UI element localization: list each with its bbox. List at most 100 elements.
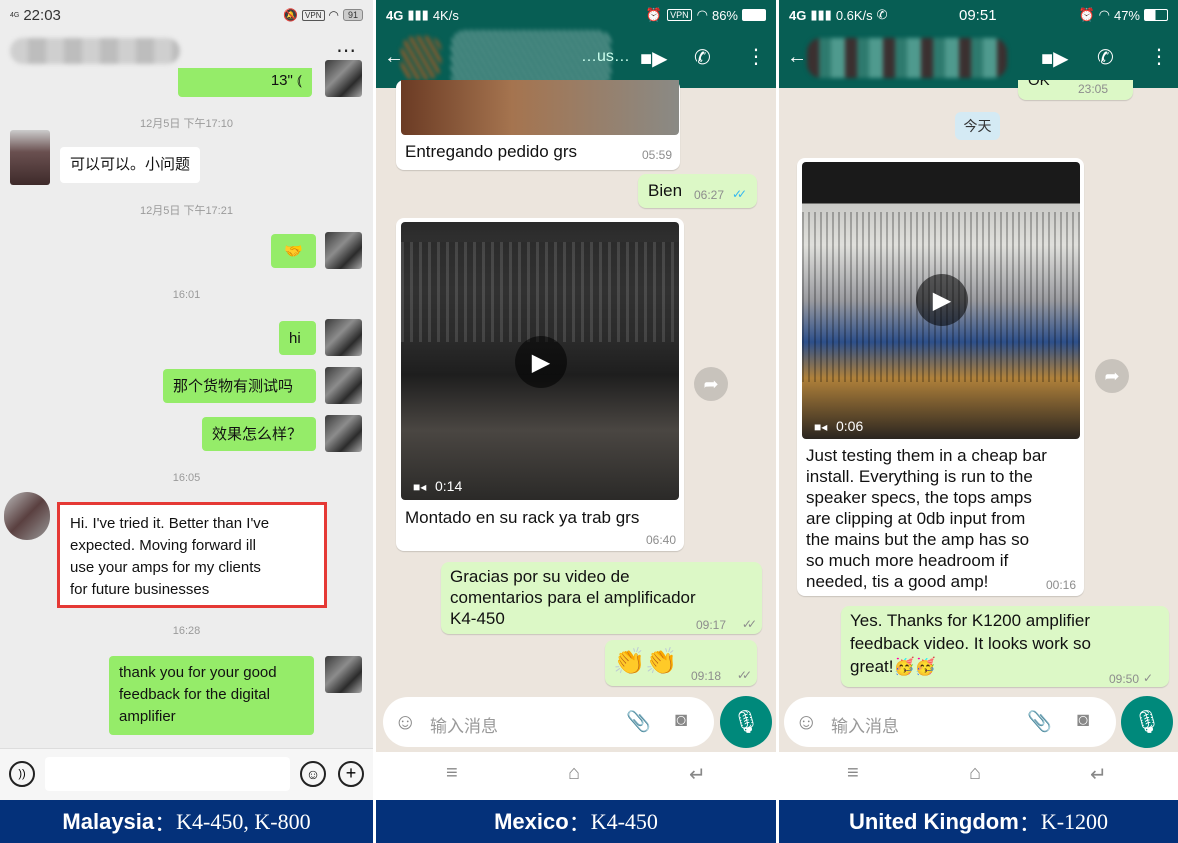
caption-banner-uk: United Kingdom： K-1200 xyxy=(779,800,1178,843)
avatar-self xyxy=(325,367,362,404)
mute-icon: 🔕 xyxy=(283,8,299,22)
battery-icon xyxy=(1144,9,1168,21)
voice-message[interactable]: 13" ⦅ xyxy=(178,68,312,97)
signal-icon: ▮▮▮ xyxy=(407,7,429,22)
caption-banner-mexico: Mexico： K4-450 xyxy=(376,800,776,843)
camera-icon[interactable]: ◙ xyxy=(675,709,687,732)
android-nav-bar: ≡ ⌂ ↵ xyxy=(376,752,776,800)
image-caption: Entregando pedido grs xyxy=(405,142,578,161)
menu-nav-icon[interactable]: ≡ xyxy=(446,762,458,785)
avatar-self xyxy=(325,60,362,97)
message-bubble: Yes. Thanks for K1200 amplifier feedback… xyxy=(841,606,1169,687)
mic-button[interactable]: 🎙 xyxy=(1121,696,1173,748)
message-bubble: thank you for your good feedback for the… xyxy=(109,656,314,735)
message-time: 05:59 xyxy=(641,148,672,162)
caption-banner-malaysia: Malaysia： K4-450, K-800 xyxy=(0,800,373,843)
signal-network: 4G xyxy=(10,11,20,19)
contact-name-blurred xyxy=(10,38,180,64)
clock: 09:51 xyxy=(959,6,997,24)
message-input-bar[interactable]: ☺ 输入消息 📎 ◙ xyxy=(383,697,714,747)
battery-percent: 86% xyxy=(711,7,738,23)
message-bubble: 那个货物有测试吗 xyxy=(163,369,316,403)
forward-button[interactable]: ➦ xyxy=(1095,359,1129,393)
play-button[interactable]: ▶ xyxy=(916,274,968,326)
contact-name-blurred xyxy=(807,38,1007,78)
message-input[interactable]: 输入消息 xyxy=(831,712,899,737)
date-chip: 今天 xyxy=(955,112,1000,140)
battery-icon xyxy=(742,9,766,21)
alarm-icon: ⏰ xyxy=(645,7,663,22)
message-input[interactable]: 输入消息 xyxy=(430,712,498,737)
back-arrow-icon[interactable]: ← xyxy=(787,46,807,69)
wifi-icon: ◠ xyxy=(696,7,708,22)
alarm-icon: ⏰ xyxy=(1078,7,1095,22)
avatar-self xyxy=(325,232,362,269)
back-nav-icon[interactable]: ↵ xyxy=(689,762,706,787)
phone-icon[interactable]: ✆ xyxy=(694,45,711,70)
contact-avatar-blurred xyxy=(401,36,441,80)
avatar-self xyxy=(325,415,362,452)
message-bubble: 可以可以。小问题 xyxy=(60,147,201,183)
video-message[interactable]: ▶ ■◂ 0:06 Just testing them in a cheap b… xyxy=(797,158,1084,596)
message-input[interactable] xyxy=(45,757,290,791)
camera-icon[interactable]: ◙ xyxy=(1077,709,1089,732)
timestamp: 12月5日 下午17:21 xyxy=(140,205,233,217)
battery: 91 xyxy=(342,9,363,21)
message-bubble: Gracias por su video de comentarios para… xyxy=(441,562,762,634)
menu-nav-icon[interactable]: ≡ xyxy=(847,762,859,785)
wifi-icon: ◠ xyxy=(328,8,339,22)
video-thumbnail[interactable]: ▶ ■◂ 0:14 xyxy=(401,222,679,500)
message-bubble: hi xyxy=(279,321,316,355)
more-options-icon[interactable]: ⋮ xyxy=(746,44,766,69)
voice-icon: ⦅ xyxy=(297,72,302,89)
status-bar: 4G ▮▮▮ 0.6K/s ✆ 09:51 ⏰ ◠ 47% xyxy=(779,0,1178,30)
message-bubble: Bien 06:27 ✓✓ xyxy=(638,174,757,208)
video-camera-icon: ■◂ xyxy=(413,480,427,494)
video-call-icon[interactable]: ■▶ xyxy=(1041,46,1068,71)
home-nav-icon[interactable]: ⌂ xyxy=(568,762,580,785)
whatsapp-notification-icon: ✆ xyxy=(876,7,888,22)
emoji-button[interactable]: ☺ xyxy=(300,761,326,787)
home-nav-icon[interactable]: ⌂ xyxy=(969,762,981,785)
avatar-contact xyxy=(10,130,50,185)
video-thumbnail[interactable]: ▶ ■◂ 0:06 xyxy=(802,162,1080,439)
vpn-badge: VPN xyxy=(667,9,692,21)
message-bubble: 🤝 xyxy=(271,234,316,268)
video-camera-icon: ■◂ xyxy=(814,420,828,434)
net-speed: 4K/s xyxy=(432,7,459,23)
back-nav-icon[interactable]: ↵ xyxy=(1090,762,1107,787)
video-duration: 0:06 xyxy=(836,418,864,434)
plus-button[interactable]: + xyxy=(338,761,364,787)
whatsapp-screen-uk: 4G ▮▮▮ 0.6K/s ✆ 09:51 ⏰ ◠ 47% ← ■▶ ✆ ⋮ O… xyxy=(779,0,1178,800)
video-message[interactable]: ▶ ■◂ 0:14 Montado en su rack ya trab grs… xyxy=(396,218,684,551)
phone-icon[interactable]: ✆ xyxy=(1097,45,1114,70)
image-message[interactable]: Entregando pedido grs 05:59 xyxy=(396,80,680,170)
timestamp: 16:05 xyxy=(172,472,201,484)
vpn-badge: VPN xyxy=(302,9,325,21)
whatsapp-screen-mexico: 4G ▮▮▮ 4K/s ⏰ VPN ◠ 86% ← …us… ■▶ ✆ ⋮ En… xyxy=(376,0,776,800)
emoji-icon[interactable]: ☺ xyxy=(795,709,817,735)
message-input-bar[interactable]: ☺ 输入消息 📎 ◙ xyxy=(784,697,1116,747)
voice-input-button[interactable]: )) xyxy=(9,761,35,787)
mic-button[interactable]: 🎙 xyxy=(720,696,772,748)
image-thumbnail[interactable] xyxy=(401,80,679,135)
input-bar: )) ☺ + xyxy=(0,748,373,800)
wifi-icon: ◠ xyxy=(1098,7,1110,22)
read-ticks-icon: ✓✓ xyxy=(732,187,747,201)
timestamp: 16:28 xyxy=(172,625,201,637)
forward-button[interactable]: ➦ xyxy=(694,367,728,401)
network: 4G xyxy=(789,7,807,23)
play-button[interactable]: ▶ xyxy=(515,336,567,388)
attach-icon[interactable]: 📎 xyxy=(626,709,651,734)
video-duration: 0:14 xyxy=(435,478,463,494)
emoji-icon[interactable]: ☺ xyxy=(394,709,416,735)
highlighted-feedback-message: Hi. I've tried it. Better than I've expe… xyxy=(57,502,327,608)
avatar-self xyxy=(325,656,362,693)
attach-icon[interactable]: 📎 xyxy=(1027,709,1052,734)
chat-header: ⋯ xyxy=(0,30,373,72)
more-options-icon[interactable]: ⋮ xyxy=(1149,44,1169,69)
wechat-screen-malaysia: 4G 22:03 🔕 VPN ◠ 91 ⋯ 13" ⦅ 12月5日 下午17:1… xyxy=(0,0,373,800)
video-call-icon[interactable]: ■▶ xyxy=(640,46,667,71)
message-bubble: 效果怎么样？ xyxy=(202,417,316,451)
clock: 22:03 xyxy=(23,6,61,24)
